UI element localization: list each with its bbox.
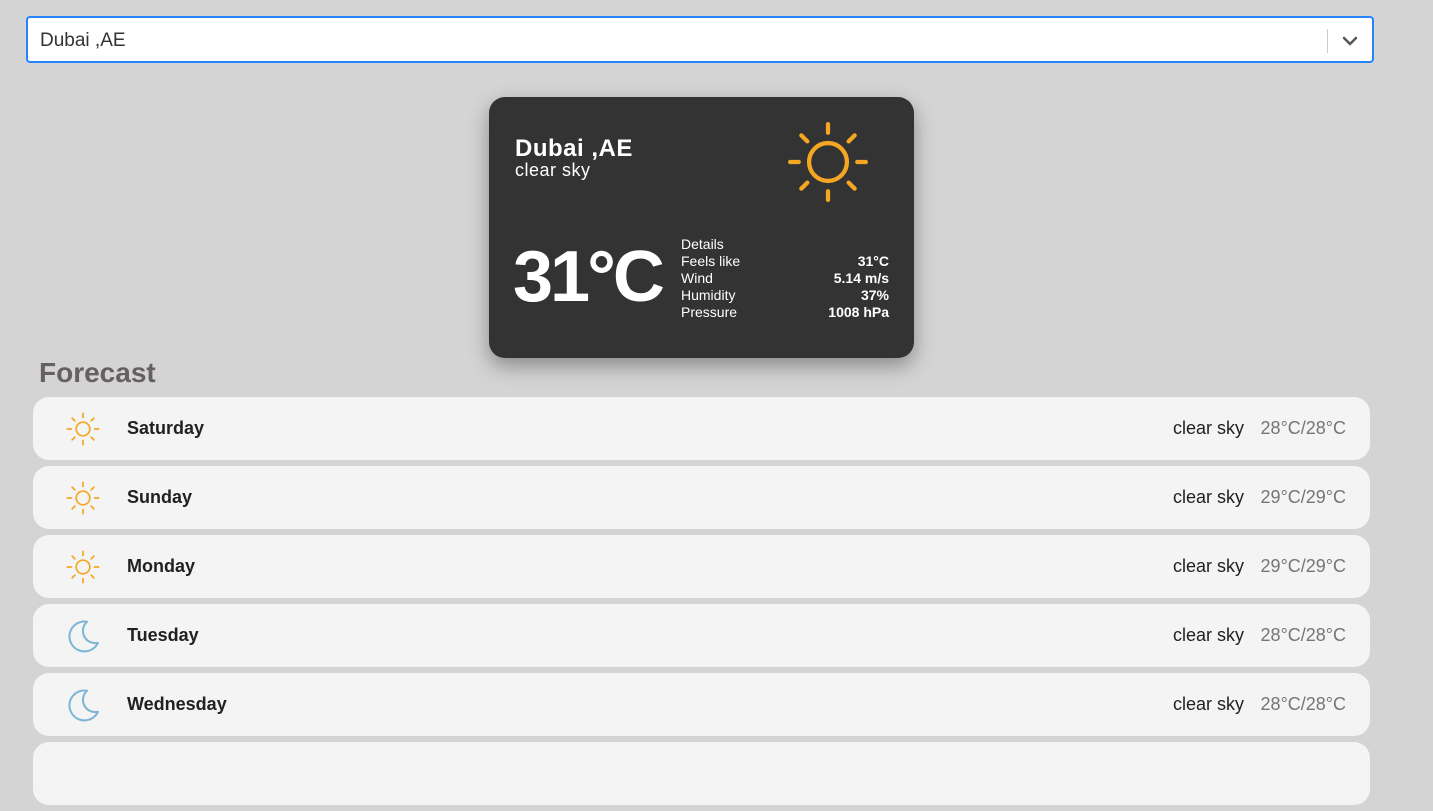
forecast-item-saturday[interactable]: Saturday clear sky 28°C/28°C xyxy=(33,397,1370,460)
forecast-description: clear sky xyxy=(1172,487,1244,507)
forecast-temp: 29°C/29°C xyxy=(1260,556,1346,576)
current-temperature: 31°C xyxy=(513,237,665,317)
forecast-temp: 29°C/29°C xyxy=(1260,487,1346,507)
city-search-select[interactable]: Dubai ,AE xyxy=(26,16,1374,63)
forecast-list: Saturday clear sky 28°C/28°C Sunday clea… xyxy=(33,397,1370,811)
detail-row-humidity: Humidity 37% xyxy=(681,287,889,304)
current-weather-card: Dubai ,AE clear sky 31°C Details Feels l… xyxy=(489,97,914,358)
forecast-day: Monday xyxy=(127,556,196,576)
sun-icon xyxy=(66,550,100,584)
forecast-day: Tuesday xyxy=(127,625,199,645)
forecast-item-wednesday[interactable]: Wednesday clear sky 28°C/28°C xyxy=(33,673,1370,736)
detail-label: Wind xyxy=(681,270,713,286)
forecast-item-sunday[interactable]: Sunday clear sky 29°C/29°C xyxy=(33,466,1370,529)
moon-icon xyxy=(68,689,99,722)
forecast-day: Sunday xyxy=(127,487,193,507)
detail-label: Humidity xyxy=(681,287,736,303)
forecast-description: clear sky xyxy=(1172,694,1244,714)
detail-value: 37% xyxy=(860,287,889,303)
forecast-description: clear sky xyxy=(1172,418,1244,438)
detail-label: Pressure xyxy=(681,304,738,320)
detail-value: 31°C xyxy=(857,253,889,269)
detail-row-pressure: Pressure 1008 hPa xyxy=(681,304,889,321)
details-heading: Details xyxy=(681,236,724,252)
forecast-temp: 28°C/28°C xyxy=(1260,418,1346,438)
forecast-day: Wednesday xyxy=(127,694,227,714)
forecast-description: clear sky xyxy=(1172,556,1244,576)
forecast-title: Forecast xyxy=(39,357,156,388)
forecast-description: clear sky xyxy=(1172,625,1244,645)
forecast-temp: 28°C/28°C xyxy=(1260,625,1346,645)
detail-row-feels-like: Feels like 31°C xyxy=(681,253,889,270)
select-separator xyxy=(1327,29,1328,53)
forecast-item-partial[interactable] xyxy=(33,742,1370,805)
forecast-day: Saturday xyxy=(127,418,205,438)
forecast-item-tuesday[interactable]: Tuesday clear sky 28°C/28°C xyxy=(33,604,1370,667)
card-description: clear sky xyxy=(515,160,591,180)
forecast-temp: 28°C/28°C xyxy=(1260,694,1346,714)
moon-icon xyxy=(68,620,99,653)
detail-label: Feels like xyxy=(681,253,741,269)
detail-value: 5.14 m/s xyxy=(833,270,889,286)
detail-value: 1008 hPa xyxy=(828,304,889,320)
sun-icon xyxy=(66,481,100,515)
details-panel: Details Feels like 31°C Wind 5.14 m/s Hu… xyxy=(681,236,889,321)
city-search-value[interactable]: Dubai ,AE xyxy=(40,30,126,52)
chevron-down-icon[interactable] xyxy=(1340,31,1360,51)
forecast-item-monday[interactable]: Monday clear sky 29°C/29°C xyxy=(33,535,1370,598)
card-city: Dubai ,AE xyxy=(515,135,633,162)
detail-row-wind: Wind 5.14 m/s xyxy=(681,270,889,287)
sun-icon xyxy=(788,122,868,202)
sun-icon xyxy=(66,412,100,446)
